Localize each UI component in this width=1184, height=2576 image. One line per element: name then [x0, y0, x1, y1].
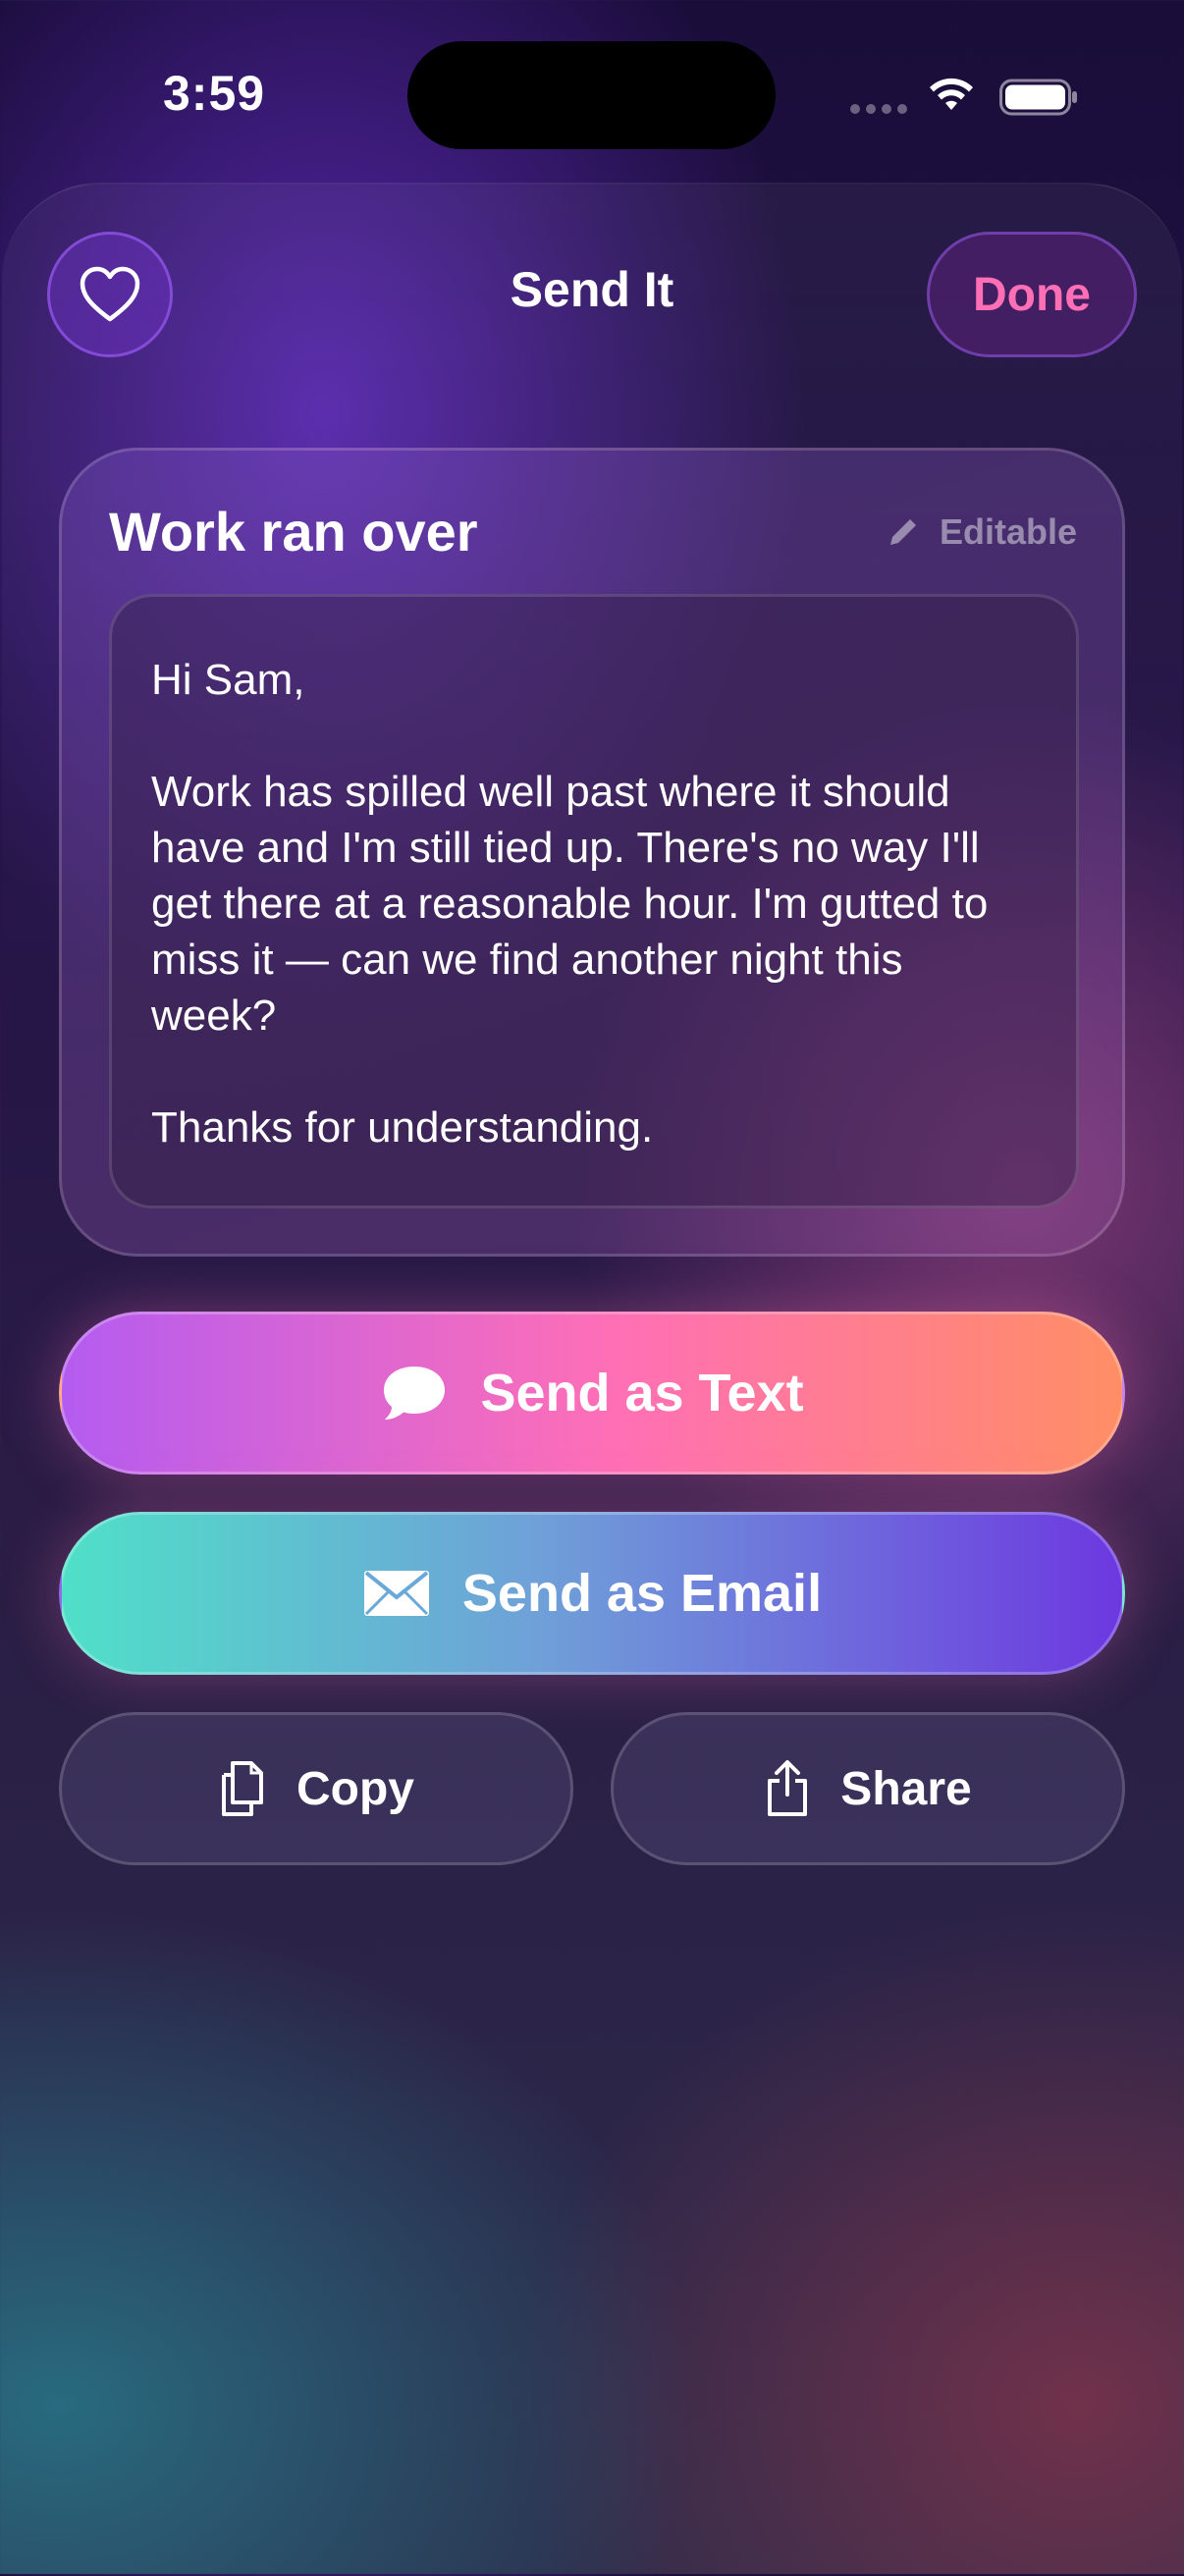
send-as-text-button[interactable]: Send as Text	[59, 1312, 1125, 1475]
editable-tag: Editable	[887, 511, 1077, 553]
copy-label: Copy	[296, 1762, 414, 1815]
message-title: Work ran over	[109, 501, 478, 563]
message-body[interactable]: Hi Sam, Work has spilled well past where…	[151, 652, 1037, 1155]
message-card: Work ran over Editable Hi Sam, Work has …	[59, 448, 1125, 1257]
favorite-button[interactable]	[47, 232, 173, 357]
copy-button[interactable]: Copy	[59, 1712, 573, 1865]
editable-label: Editable	[939, 511, 1077, 552]
heart-icon	[80, 266, 140, 322]
share-label: Share	[840, 1762, 972, 1815]
share-icon	[768, 1760, 808, 1816]
send-as-email-label: Send as Email	[461, 1564, 823, 1623]
page-title: Send It	[510, 262, 674, 317]
send-as-email-button[interactable]: Send as Email	[59, 1512, 1125, 1675]
battery-icon	[999, 79, 1077, 116]
envelope-icon	[363, 1571, 429, 1616]
status-time: 3:59	[163, 66, 266, 121]
message-editor[interactable]: Hi Sam, Work has spilled well past where…	[109, 594, 1079, 1208]
copy-icon	[222, 1761, 263, 1816]
send-as-text-label: Send as Text	[480, 1364, 804, 1422]
status-bar: 3:59	[0, 0, 1184, 177]
wifi-icon	[930, 78, 973, 110]
signal-dots-icon	[850, 104, 907, 114]
message-bubble-icon	[384, 1367, 446, 1420]
pencil-icon	[889, 519, 916, 545]
dynamic-island	[407, 41, 776, 149]
done-button[interactable]: Done	[927, 232, 1137, 357]
share-button[interactable]: Share	[611, 1712, 1125, 1865]
